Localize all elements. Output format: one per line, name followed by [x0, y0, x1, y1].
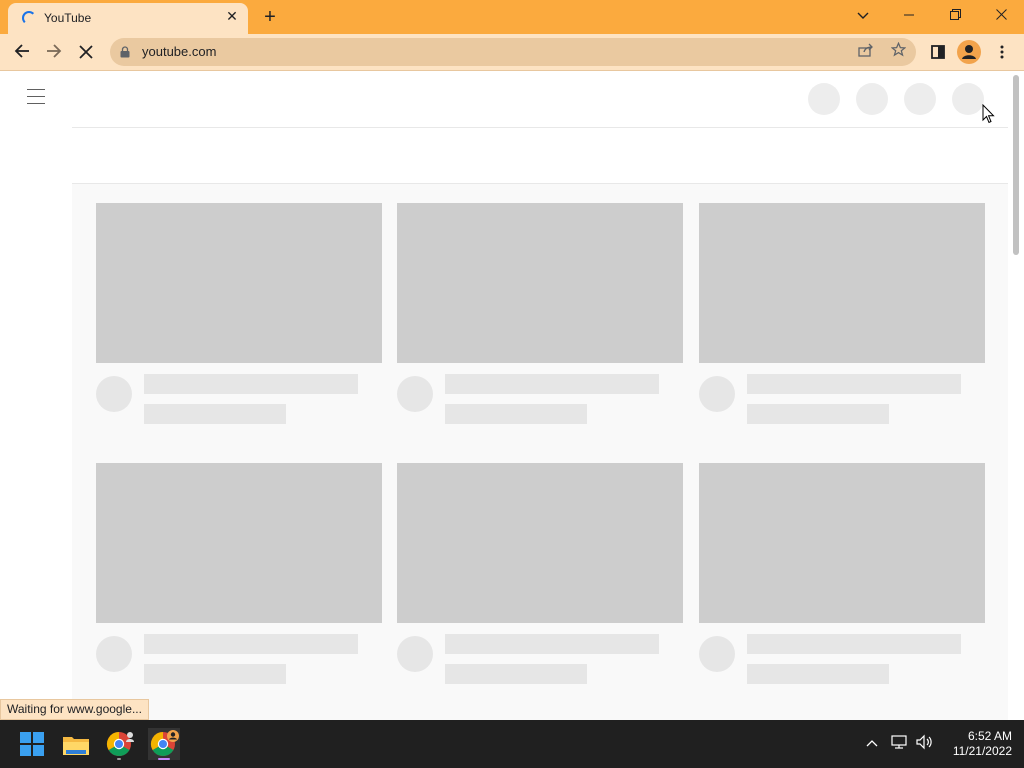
close-tab-button[interactable]: ✕ [224, 8, 240, 24]
forward-arrow-icon [47, 44, 62, 58]
browser-toolbar: youtube.com [0, 34, 1024, 71]
skeleton-avatar [397, 636, 433, 672]
scrollbar-thumb[interactable] [1013, 75, 1019, 255]
skeleton-header-button [856, 83, 888, 115]
tab-youtube[interactable]: YouTube ✕ [8, 3, 248, 34]
show-hidden-icons-button[interactable] [862, 734, 882, 750]
skeleton-avatar [699, 376, 735, 412]
skeleton-meta-line [747, 664, 889, 684]
back-button[interactable] [8, 39, 36, 67]
volume-icon [916, 734, 932, 750]
skeleton-title-line [445, 374, 659, 394]
clock-time: 6:52 AM [967, 729, 1012, 743]
skeleton-video-card [96, 463, 382, 684]
network-icon [891, 735, 907, 749]
lock-icon[interactable] [120, 46, 130, 58]
chevron-down-icon [857, 12, 869, 19]
network-button[interactable] [890, 734, 910, 753]
close-icon [995, 9, 1007, 20]
skeleton-thumbnail [397, 203, 683, 363]
skeleton-video-card [96, 203, 382, 424]
skeleton-title-line [144, 374, 358, 394]
mouse-cursor-icon [982, 104, 995, 124]
new-tab-button[interactable]: + [258, 5, 282, 29]
skeleton-title-line [445, 634, 659, 654]
browser-menu-button[interactable] [988, 39, 1016, 67]
skeleton-thumbnail [96, 203, 382, 363]
skeleton-header-button [904, 83, 936, 115]
stop-loading-button[interactable] [72, 39, 100, 67]
skeleton-thumbnail [699, 203, 985, 363]
skeleton-meta-line [445, 664, 587, 684]
file-explorer-icon[interactable] [60, 728, 92, 760]
page-content: Waiting for www.google... [0, 71, 1024, 720]
skeleton-video-grid [72, 184, 1008, 720]
minimize-button[interactable] [886, 0, 932, 30]
skeleton-video-card [699, 203, 985, 424]
restore-button[interactable] [932, 0, 978, 30]
chevron-up-icon [866, 740, 878, 747]
skeleton-avatar [397, 376, 433, 412]
page-scrollbar[interactable] [1008, 71, 1024, 720]
skeleton-title-line [747, 634, 961, 654]
stop-icon [79, 45, 93, 59]
minimize-icon [904, 14, 914, 16]
url-text[interactable]: youtube.com [142, 44, 216, 59]
chrome-icon[interactable] [104, 728, 136, 760]
skeleton-header-button [952, 83, 984, 115]
skeleton-title-line [144, 634, 358, 654]
close-window-button[interactable] [978, 0, 1024, 30]
chrome-profile-icon[interactable] [148, 728, 180, 760]
skeleton-video-card [397, 203, 683, 424]
tab-title: YouTube [44, 11, 92, 25]
skeleton-header-button [808, 83, 840, 115]
title-bar: YouTube ✕ + [0, 0, 1024, 34]
profile-avatar-button[interactable] [957, 40, 981, 64]
share-icon[interactable] [856, 42, 876, 62]
loading-spinner-icon [22, 11, 36, 25]
skeleton-video-card [699, 463, 985, 684]
kebab-menu-icon [1000, 45, 1004, 59]
side-panel-button[interactable] [924, 39, 952, 67]
windows-taskbar: 6:52 AM 11/21/2022 [0, 720, 1024, 768]
skeleton-title-line [747, 374, 961, 394]
skeleton-avatar [96, 376, 132, 412]
back-arrow-icon [14, 44, 29, 58]
person-icon [962, 45, 976, 59]
system-clock[interactable]: 6:52 AM 11/21/2022 [940, 729, 1012, 759]
tab-search-button[interactable] [840, 0, 886, 30]
forward-button[interactable] [40, 39, 68, 67]
skeleton-thumbnail [699, 463, 985, 623]
skeleton-thumbnail [96, 463, 382, 623]
skeleton-meta-line [445, 404, 587, 424]
side-panel-icon [931, 45, 945, 59]
skeleton-meta-line [144, 404, 286, 424]
hamburger-menu-icon[interactable] [24, 89, 48, 109]
status-bubble: Waiting for www.google... [0, 699, 149, 720]
skeleton-video-card [397, 463, 683, 684]
bookmark-star-icon[interactable] [888, 41, 908, 62]
skeleton-meta-line [144, 664, 286, 684]
address-bar[interactable]: youtube.com [110, 38, 916, 66]
skeleton-meta-line [747, 404, 889, 424]
skeleton-avatar [699, 636, 735, 672]
windows-start-icon[interactable] [16, 728, 48, 760]
skeleton-chip-bar [72, 128, 1008, 184]
clock-date: 11/21/2022 [952, 744, 1012, 758]
restore-icon [949, 9, 961, 20]
volume-button[interactable] [915, 734, 935, 753]
skeleton-thumbnail [397, 463, 683, 623]
skeleton-avatar [96, 636, 132, 672]
